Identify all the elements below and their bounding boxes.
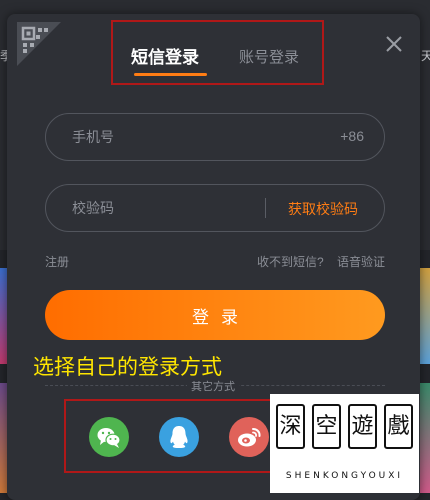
watermark-logo: 深 空 遊 戲 SHENKONGYOUXI (270, 394, 419, 493)
qq-icon[interactable] (159, 417, 199, 457)
watermark-char-4: 戲 (384, 404, 413, 449)
phone-input[interactable] (72, 114, 272, 160)
background-thumbnail-left-lower (0, 383, 7, 493)
watermark-char-3: 遊 (348, 404, 377, 449)
background-edge-text-right: 天 (421, 49, 430, 63)
close-icon[interactable] (384, 34, 404, 54)
active-tab-indicator (134, 73, 207, 76)
register-link[interactable]: 注册 (45, 253, 69, 270)
weibo-icon[interactable] (229, 417, 269, 457)
login-button[interactable]: 登录 (45, 290, 385, 340)
background-thumbnail-left (0, 268, 7, 364)
wechat-icon[interactable] (89, 417, 129, 457)
code-field-divider (265, 198, 266, 218)
tab-account-login[interactable]: 账号登录 (239, 46, 299, 67)
verification-code-field: 获取校验码 (45, 184, 385, 232)
country-code-selector[interactable]: +86 (340, 128, 364, 144)
watermark-char-2: 空 (312, 404, 341, 449)
no-sms-text: 收不到短信? (257, 255, 324, 269)
get-code-button[interactable]: 获取校验码 (288, 199, 358, 219)
watermark-char-1: 深 (276, 404, 305, 449)
tab-sms-login[interactable]: 短信登录 (131, 43, 199, 68)
background-thumbnail-right-lower (420, 383, 430, 493)
voice-verify-link[interactable]: 语音验证 (337, 253, 385, 270)
verification-code-input[interactable] (72, 185, 272, 231)
watermark-subtitle: SHENKONGYOUXI (285, 471, 404, 481)
phone-field: +86 (45, 113, 385, 161)
background-thumbnail-right (420, 268, 430, 364)
annotation-caption: 选择自己的登录方式 (33, 356, 222, 379)
qr-code-login-icon[interactable] (17, 22, 61, 66)
other-methods-label: 其它方式 (187, 378, 239, 394)
